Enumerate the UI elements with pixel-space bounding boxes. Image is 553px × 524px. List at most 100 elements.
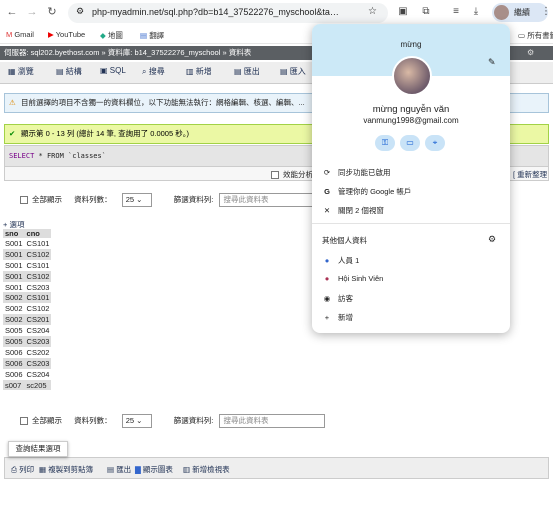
sync-item[interactable]: ⟳ 同步功能已啟用: [322, 167, 391, 178]
display-chart-button[interactable]: ▇ 顯示圖表: [135, 464, 173, 475]
media-icon[interactable]: ≡: [448, 4, 464, 20]
profile-item-guest[interactable]: ◉ 訪客: [322, 293, 353, 304]
table-row[interactable]: S001 CS101: [3, 238, 52, 249]
cell-cno: CS201: [24, 314, 52, 326]
tab-sql[interactable]: ▣ SQL: [100, 66, 126, 75]
cell-cno: CS102: [24, 248, 52, 260]
bookmark-gmail[interactable]: M Gmail: [6, 30, 34, 39]
cell-cno: CS101: [24, 292, 52, 304]
query-results-operations: ⎙ 列印 ▦ 複製到剪貼簿 ▤ 匯出 ▇ 顯示圖表 ▥ 新增檢視表: [4, 457, 549, 479]
tab-insert[interactable]: ▥ 新增: [186, 66, 212, 77]
show-all-label-bottom: 全部顯示: [32, 415, 62, 425]
menu-icon[interactable]: ⋮: [538, 4, 553, 20]
tab-search[interactable]: ⌕ 搜尋: [142, 66, 165, 77]
table-row[interactable]: S002 CS102: [3, 303, 52, 315]
table-row[interactable]: S001 CS102: [3, 248, 52, 260]
cell-cno: CS102: [24, 270, 52, 282]
profile-item-person1[interactable]: ● 人員 1: [322, 255, 360, 266]
table-row[interactable]: S006 CS203: [3, 357, 52, 369]
cell-cno: CS204: [24, 368, 52, 380]
export-button[interactable]: ▤ 匯出: [107, 464, 131, 475]
cell-sno: S006: [3, 357, 25, 369]
table-row[interactable]: S005 CS203: [3, 336, 52, 347]
addresses-location-icon[interactable]: ⌖: [425, 135, 445, 151]
row-count-select-bottom[interactable]: 25 ⌄: [121, 414, 152, 428]
puzzle-icon[interactable]: ⧉: [418, 4, 434, 20]
row-count-select[interactable]: 25 ⌄: [121, 193, 152, 207]
cell-cno: CS202: [24, 346, 52, 358]
add-profile-item[interactable]: + 新增: [322, 312, 353, 323]
bookmark-translate[interactable]: ▤ 翻譯: [140, 30, 164, 41]
settings-gear-icon[interactable]: ⚙: [527, 48, 534, 57]
table-row[interactable]: S001 CS101: [3, 259, 52, 271]
table-row[interactable]: S001 CS102: [3, 270, 52, 282]
refresh-link[interactable]: [ 重新整理: [513, 169, 547, 180]
manage-account-item[interactable]: G 管理你的 Google 帳戶: [322, 186, 411, 197]
tab-import[interactable]: ▤ 匯入: [280, 66, 306, 77]
view-icon: ▥: [183, 465, 191, 474]
back-icon[interactable]: ←: [4, 4, 20, 20]
extension-icon[interactable]: ▣: [395, 4, 411, 20]
address-bar[interactable]: ⚙ php-myadmin.net/sql.php?db=b14_3752227…: [68, 3, 388, 23]
payment-card-icon[interactable]: ▭: [400, 135, 420, 151]
profiling-toggle[interactable]: 效能分析: [271, 169, 313, 180]
tooltip: 查詢結果選項: [8, 441, 68, 457]
profiling-checkbox[interactable]: [271, 171, 279, 180]
show-all-label: 全部顯示: [32, 194, 62, 204]
all-bookmarks[interactable]: ▭ 所有書籤: [518, 30, 553, 41]
copy-clipboard-button[interactable]: ▦ 複製到剪貼簿: [39, 464, 93, 475]
create-view-button[interactable]: ▥ 新增檢視表: [183, 464, 230, 475]
cell-cno: sc205: [24, 379, 52, 391]
cell-sno: S005: [3, 336, 25, 347]
close-windows-item[interactable]: ✕ 關閉 2 個視窗: [322, 205, 384, 216]
bookmark-star-icon[interactable]: ☆: [368, 6, 377, 17]
cell-sno: S006: [3, 346, 25, 358]
warning-icon: ⚠: [9, 98, 16, 107]
download-icon[interactable]: ⤓: [468, 4, 484, 20]
printer-icon: ⎙: [11, 465, 17, 474]
reload-icon[interactable]: ↻: [44, 4, 60, 20]
youtube-icon: ▶: [48, 30, 54, 39]
forward-icon[interactable]: →: [24, 4, 40, 20]
profile-avatar-icon: ●: [324, 274, 330, 283]
clipboard-icon: ▦: [39, 465, 47, 474]
show-all-checkbox[interactable]: [20, 196, 28, 204]
cell-sno: S005: [3, 325, 25, 337]
show-all-checkbox-bottom[interactable]: [20, 417, 28, 425]
row-count-label-bottom: 資料列數：: [74, 415, 112, 425]
tab-structure[interactable]: ▤ 結構: [56, 66, 82, 77]
column-header-cno[interactable]: cno: [24, 229, 52, 238]
bookmark-maps[interactable]: ◆ 地圖: [100, 30, 123, 41]
avatar: [494, 5, 509, 20]
cell-sno: S001: [3, 281, 25, 293]
table-controls-bottom: 全部顯示 資料列數： 25 ⌄ 篩選資料列: 搜尋此資料表: [20, 414, 326, 430]
maps-icon: ◆: [100, 31, 106, 40]
table-row[interactable]: S001 CS203: [3, 281, 52, 293]
table-row[interactable]: S005 CS204: [3, 325, 52, 337]
tab-browse[interactable]: ▦ 瀏覽: [8, 66, 34, 77]
filter-input[interactable]: 搜尋此資料表: [219, 193, 326, 207]
cell-cno: CS101: [24, 259, 52, 271]
cell-sno: S001: [3, 259, 25, 271]
results-table: sno cno S001 CS101 S001 CS102 S001 CS101 S001 C…: [3, 229, 52, 391]
edit-pencil-icon[interactable]: ✎: [488, 57, 496, 68]
profiles-settings-gear-icon[interactable]: ⚙: [488, 234, 496, 245]
table-row[interactable]: S002 CS101: [3, 292, 52, 304]
tab-export[interactable]: ▤ 匯出: [234, 66, 260, 77]
column-header-sno[interactable]: sno: [3, 229, 25, 238]
table-row[interactable]: S006 CS202: [3, 346, 52, 358]
filter-input-bottom[interactable]: 搜尋此資料表: [219, 414, 326, 428]
gmail-icon: M: [6, 30, 13, 39]
table-row[interactable]: S002 CS201: [3, 314, 52, 326]
bookmark-youtube[interactable]: ▶ YouTube: [48, 30, 85, 39]
table-row[interactable]: s007 sc205: [3, 379, 52, 391]
profile-name: mừng nguyễn văn: [372, 104, 450, 115]
profile-item-hoi-sinh-vien[interactable]: ● Hội Sinh Viên: [322, 274, 384, 283]
passwords-key-icon[interactable]: ⚿: [375, 135, 395, 151]
cell-sno: S002: [3, 292, 25, 304]
profile-email: vanmung1998@gmail.com: [363, 116, 459, 125]
popup-greeting: mừng: [400, 40, 422, 49]
table-row[interactable]: S006 CS204: [3, 368, 52, 380]
site-info-icon[interactable]: ⚙: [76, 6, 84, 17]
print-button[interactable]: ⎙ 列印: [11, 464, 34, 475]
